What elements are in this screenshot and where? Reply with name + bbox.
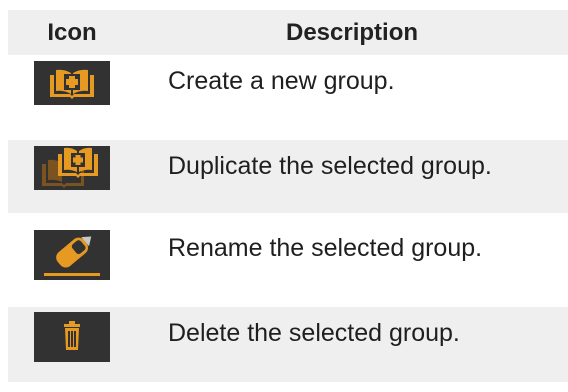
row-description: Create a new group. xyxy=(168,67,395,95)
new-group-icon xyxy=(34,61,110,105)
delete-group-icon xyxy=(34,312,110,362)
duplicate-group-icon xyxy=(34,146,110,190)
table-row: Rename the selected group. xyxy=(8,222,568,296)
table-row: Create a new group. xyxy=(8,55,568,128)
table-row: Duplicate the selected group. xyxy=(8,140,568,213)
rename-group-icon xyxy=(34,230,110,280)
header-description: Description xyxy=(285,19,419,46)
table-header: Icon Description xyxy=(8,10,568,55)
row-description: Delete the selected group. xyxy=(168,319,460,347)
table-row: Delete the selected group. xyxy=(8,307,568,382)
row-description: Duplicate the selected group. xyxy=(168,152,492,180)
row-description: Rename the selected group. xyxy=(168,234,483,262)
icon-table: Icon Description Create a new group. Dup… xyxy=(0,0,568,392)
header-icon: Icon xyxy=(47,19,97,46)
